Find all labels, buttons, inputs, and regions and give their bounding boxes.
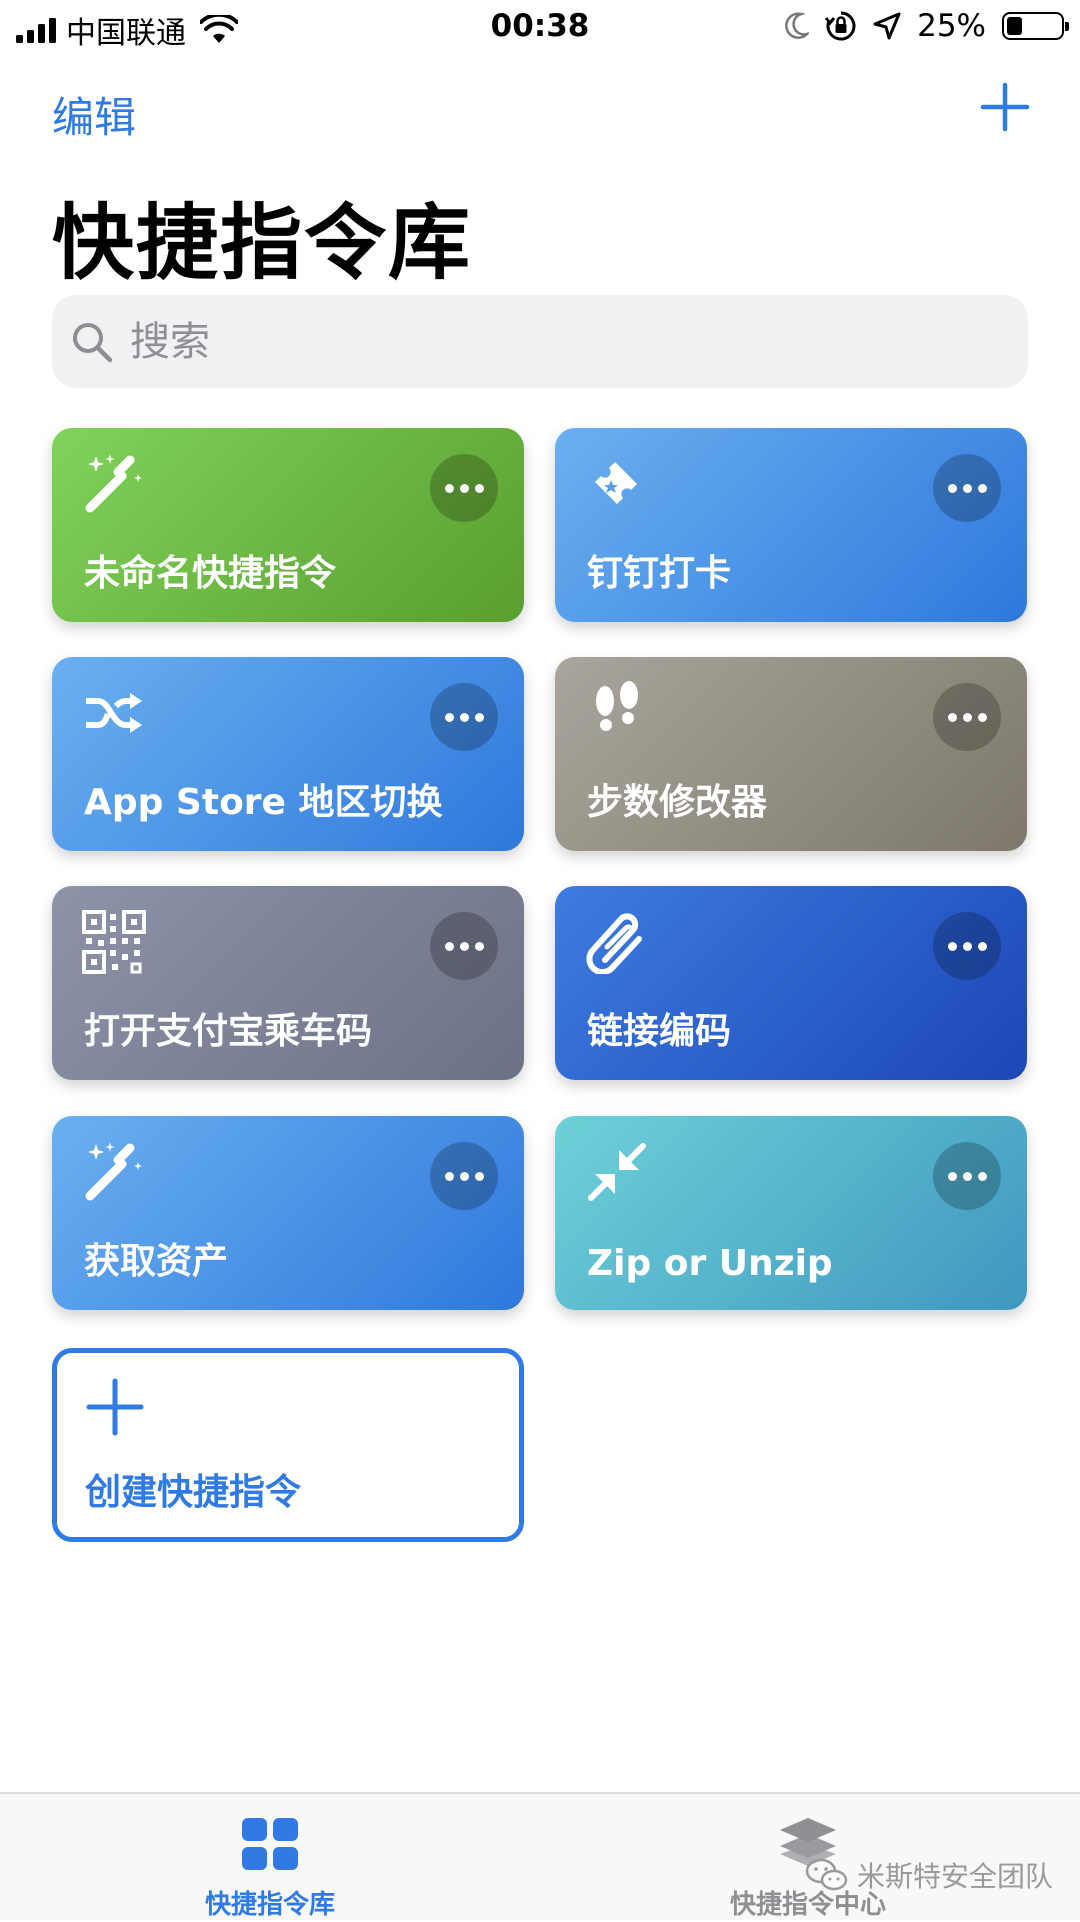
battery-icon — [1002, 12, 1069, 40]
shortcut-card-step-modifier[interactable]: 步数修改器 — [555, 657, 1027, 851]
plus-icon — [86, 1378, 144, 1436]
shortcut-card-unnamed[interactable]: 未命名快捷指令 — [52, 428, 524, 622]
create-shortcut-label: 创建快捷指令 — [85, 1472, 302, 1513]
status-bar: 中国联通 00:38 25% — [0, 0, 1080, 54]
wechat-icon — [805, 1858, 848, 1891]
shortcut-label: 打开支付宝乘车码 — [84, 1011, 373, 1052]
create-shortcut-card[interactable]: 创建快捷指令 — [52, 1348, 524, 1542]
shortcut-card-dingtalk[interactable]: 钉钉打卡 — [555, 428, 1027, 622]
ticket-icon — [595, 462, 637, 504]
paperclip-icon — [586, 913, 642, 974]
more-button[interactable] — [430, 683, 498, 751]
more-button[interactable] — [430, 912, 498, 980]
status-right: 25% — [783, 8, 1069, 44]
grid-icon — [242, 1818, 298, 1870]
search-icon — [73, 323, 113, 363]
compress-arrows-icon — [588, 1143, 646, 1201]
tab-label: 快捷指令库 — [204, 1890, 335, 1920]
more-button[interactable] — [933, 1142, 1001, 1210]
magic-wand-icon — [85, 1142, 142, 1201]
shortcut-card-zip-unzip[interactable]: Zip or Unzip — [555, 1116, 1027, 1310]
shortcut-label: 钉钉打卡 — [587, 553, 732, 594]
page-title: 快捷指令库 — [52, 196, 473, 291]
watermark: 米斯特安全团队 — [805, 1855, 1053, 1895]
watermark-text: 米斯特安全团队 — [857, 1860, 1054, 1893]
shortcut-card-link-encode[interactable]: 链接编码 — [555, 886, 1027, 1080]
magic-wand-icon — [85, 454, 142, 513]
edit-button[interactable]: 编辑 — [52, 84, 136, 145]
shortcut-card-app-store-region[interactable]: App Store 地区切换 — [52, 657, 524, 851]
moon-icon — [785, 12, 810, 39]
search-input[interactable] — [128, 295, 1008, 388]
shortcut-label: App Store 地区切换 — [84, 782, 443, 823]
more-button[interactable] — [933, 683, 1001, 751]
more-button[interactable] — [933, 912, 1001, 980]
plus-icon — [980, 82, 1030, 132]
footprints-icon — [596, 681, 638, 731]
shortcut-label: Zip or Unzip — [587, 1243, 833, 1284]
more-button[interactable] — [430, 1142, 498, 1210]
shortcut-label: 未命名快捷指令 — [84, 553, 337, 594]
shortcut-label: 链接编码 — [587, 1011, 732, 1052]
search-bar[interactable] — [52, 295, 1028, 388]
battery-percent: 25% — [917, 8, 986, 44]
more-button[interactable] — [933, 454, 1001, 522]
battery-level — [1007, 17, 1022, 35]
location-icon — [873, 12, 901, 40]
shortcut-label: 步数修改器 — [587, 782, 768, 823]
shortcut-label: 获取资产 — [84, 1241, 229, 1282]
tab-library[interactable]: 快捷指令库 — [120, 1794, 420, 1922]
shortcut-card-alipay-transit[interactable]: 打开支付宝乘车码 — [52, 886, 524, 1080]
more-button[interactable] — [430, 454, 498, 522]
shortcut-card-get-assets[interactable]: 获取资产 — [52, 1116, 524, 1310]
orientation-lock-icon — [825, 11, 856, 41]
qr-code-icon — [82, 910, 146, 974]
add-shortcut-button[interactable] — [980, 82, 1030, 132]
shuffle-icon — [86, 693, 142, 733]
